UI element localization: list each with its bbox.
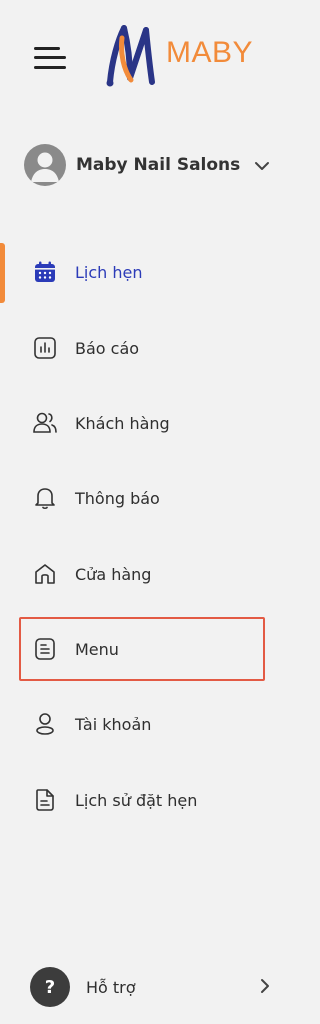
nav-item-tai-khoan[interactable]: Tài khoản <box>32 704 262 744</box>
account-name: Maby Nail Salons <box>76 155 241 175</box>
user-avatar-icon <box>24 144 66 186</box>
nav-label: Báo cáo <box>75 338 140 358</box>
bar-chart-icon <box>32 335 58 361</box>
calendar-icon <box>32 259 58 285</box>
nav-label: Menu <box>75 639 119 659</box>
document-icon <box>32 636 58 662</box>
help-icon: ? <box>30 967 70 1007</box>
account-switcher[interactable]: Maby Nail Salons <box>24 143 274 187</box>
maby-logo-icon <box>100 20 160 90</box>
nav-item-bao-cao[interactable]: Báo cáo <box>32 328 262 368</box>
nav-item-lich-su-dat-hen[interactable]: Lịch sử đặt hẹn <box>32 780 262 820</box>
nav-label: Lịch hẹn <box>75 262 143 282</box>
nav-item-khach-hang[interactable]: Khách hàng <box>32 403 262 443</box>
nav-label: Cửa hàng <box>75 564 152 584</box>
user-icon <box>32 711 58 737</box>
chevron-right-icon[interactable] <box>260 978 270 998</box>
nav-label: Thông báo <box>75 488 160 508</box>
nav-label: Khách hàng <box>75 413 170 433</box>
nav-item-lich-hen[interactable]: Lịch hẹn <box>32 252 262 292</box>
bell-icon <box>32 485 58 511</box>
nav-item-menu[interactable]: Menu <box>32 629 262 669</box>
active-indicator <box>0 243 5 303</box>
brand-name: MABY <box>166 36 254 69</box>
support-label: Hỗ trợ <box>86 977 136 997</box>
home-icon <box>32 561 58 587</box>
file-history-icon <box>32 787 58 813</box>
nav-label: Tài khoản <box>75 714 152 734</box>
users-icon <box>32 410 58 436</box>
nav-item-cua-hang[interactable]: Cửa hàng <box>32 554 262 594</box>
nav-item-thong-bao[interactable]: Thông báo <box>32 478 262 518</box>
hamburger-icon[interactable] <box>34 44 66 72</box>
support-item[interactable]: ? Hỗ trợ <box>30 966 270 1008</box>
nav-label: Lịch sử đặt hẹn <box>75 790 198 810</box>
chevron-down-icon[interactable] <box>254 156 270 175</box>
